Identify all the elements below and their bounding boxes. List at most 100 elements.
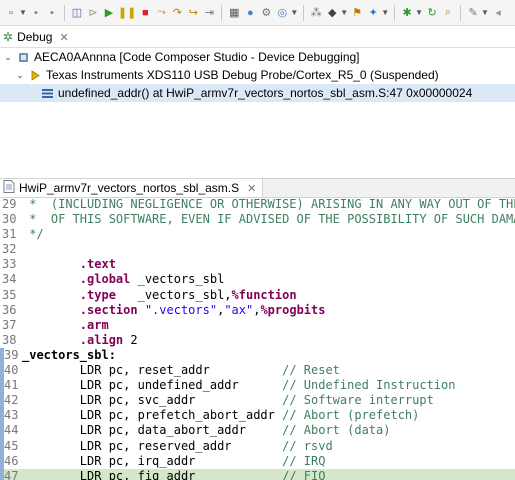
- tree-row-stack-frame[interactable]: undefined_addr() at HwiP_armv7r_vectors_…: [0, 84, 515, 102]
- skip-breakpoints-icon[interactable]: ◫: [70, 4, 84, 22]
- save-icon[interactable]: ▪: [29, 4, 43, 22]
- code-line[interactable]: 37 .arm: [0, 318, 515, 333]
- code-text: .arm: [79, 317, 109, 332]
- step-back-icon[interactable]: ⊳: [86, 4, 100, 22]
- code-line[interactable]: 36 .section ".vectors","ax",%progbits: [0, 303, 515, 318]
- code-text: */: [22, 227, 44, 242]
- line-number: 39: [0, 347, 22, 364]
- resume-icon[interactable]: ▶: [102, 4, 116, 22]
- code-text: .global _vectors_sbl: [79, 272, 225, 287]
- step-return-icon[interactable]: ⇥: [202, 4, 216, 22]
- navigate-back-icon[interactable]: ◂: [491, 4, 505, 22]
- expressions-icon[interactable]: ◎: [275, 4, 289, 22]
- line-number: 37: [2, 317, 17, 332]
- code-text: LDR pc, irq_addr // IRQ: [22, 453, 326, 468]
- chevron-down-icon[interactable]: ▼: [381, 8, 389, 17]
- line-number: 45: [0, 438, 22, 454]
- new-icon[interactable]: ▫: [4, 4, 18, 22]
- line-number: 29: [2, 197, 17, 211]
- chevron-down-icon[interactable]: ▼: [19, 8, 27, 17]
- code-text: LDR pc, fiq_addr // FIQ: [22, 468, 326, 480]
- code-line[interactable]: 32: [0, 242, 515, 257]
- code-line[interactable]: 44 LDR pc, data_abort_addr // Abort (dat…: [0, 423, 515, 439]
- main-toolbar: ▫ ▼ ▪ ▪ ◫ ⊳ ▶ ❚❚ ■ ⤳ ↷ ↪ ⇥ ▦ ● ⚙ ◎ ▼ ⁂ ◆ ▼ …: [0, 0, 515, 26]
- code-line[interactable]: 41 LDR pc, undefined_addr // Undefined I…: [0, 378, 515, 394]
- code-text: .text: [79, 257, 116, 272]
- step-filters-icon[interactable]: ✱: [400, 4, 414, 22]
- code-line[interactable]: 33 .text: [0, 257, 515, 272]
- code-line[interactable]: 38 .align 2: [0, 333, 515, 348]
- line-number: 32: [2, 242, 17, 257]
- debug-config-icon[interactable]: ◆: [325, 4, 339, 22]
- editor-tabbar: HwiP_armv7r_vectors_nortos_sbl_asm.S ✕: [0, 178, 515, 198]
- suspend-icon[interactable]: ❚❚: [118, 4, 136, 22]
- file-icon: [3, 180, 15, 196]
- code-line[interactable]: 46 LDR pc, irq_addr // IRQ: [0, 453, 515, 469]
- toolbar-separator: [460, 4, 462, 21]
- run-icon[interactable]: ⚑: [350, 4, 364, 22]
- code-line[interactable]: 43 LDR pc, prefetch_abort_addr // Abort …: [0, 408, 515, 424]
- refresh-icon[interactable]: ↻: [425, 4, 439, 22]
- toolbar-separator: [63, 4, 65, 21]
- save-all-icon[interactable]: ▪: [45, 4, 59, 22]
- toolbar-separator: [394, 4, 396, 21]
- target-config-icon[interactable]: ⚙: [259, 4, 273, 22]
- debug-icon[interactable]: ⁂: [309, 4, 323, 22]
- close-icon[interactable]: ✕: [59, 31, 68, 44]
- step-into-icon[interactable]: ↷: [170, 4, 184, 22]
- debug-tree: ⌄ AECA0AAnnna [Code Composer Studio - De…: [0, 48, 515, 102]
- debug-view-tabbar: ✲ Debug ✕: [0, 27, 515, 48]
- chevron-down-icon[interactable]: ⌄: [14, 70, 26, 81]
- memory-browser-icon[interactable]: ▦: [227, 4, 241, 22]
- code-text: LDR pc, reserved_addr // rsvd: [22, 438, 333, 453]
- code-text: .align 2: [79, 332, 138, 347]
- tab-asm-file[interactable]: HwiP_armv7r_vectors_nortos_sbl_asm.S ✕: [0, 179, 264, 197]
- line-number: 46: [0, 453, 22, 469]
- code-line[interactable]: 31 */: [0, 227, 515, 242]
- debug-bug-icon: ✲: [3, 30, 14, 44]
- breakpoint-icon[interactable]: ●: [243, 4, 257, 22]
- line-number: 34: [2, 272, 17, 287]
- tree-row-probe[interactable]: ⌄ Texas Instruments XDS110 USB Debug Pro…: [0, 66, 515, 84]
- code-line[interactable]: 42 LDR pc, svc_addr // Software interrup…: [0, 393, 515, 409]
- code-editor[interactable]: 29 * (INCLUDING NEGLIGENCE OR OTHERWISE)…: [0, 197, 515, 480]
- line-number: 33: [2, 257, 17, 272]
- line-number: 35: [2, 287, 17, 302]
- code-line[interactable]: 45 LDR pc, reserved_addr // rsvd: [0, 438, 515, 454]
- code-text: .type _vectors_sbl,%function: [79, 287, 297, 302]
- chevron-down-icon[interactable]: ▼: [290, 8, 298, 17]
- chevron-down-icon[interactable]: ⌄: [2, 52, 14, 63]
- line-number: 30: [2, 212, 17, 227]
- tab-debug[interactable]: ✲ Debug ✕: [0, 27, 77, 47]
- line-number: 31: [2, 227, 17, 242]
- tree-row-session[interactable]: ⌄ AECA0AAnnna [Code Composer Studio - De…: [0, 48, 515, 66]
- code-text: LDR pc, undefined_addr // Undefined Inst…: [22, 378, 456, 393]
- line-number: 41: [0, 378, 22, 394]
- tab-debug-label: Debug: [17, 30, 53, 44]
- line-number: 36: [2, 302, 17, 317]
- search-icon[interactable]: ⌕: [441, 4, 455, 22]
- code-line[interactable]: 29 * (INCLUDING NEGLIGENCE OR OTHERWISE)…: [0, 197, 515, 212]
- code-line[interactable]: 40 LDR pc, reset_addr // Reset: [0, 363, 515, 379]
- code-text: * OF THIS SOFTWARE, EVEN IF ADVISED OF T…: [22, 212, 515, 227]
- step-over-icon[interactable]: ↪: [186, 4, 200, 22]
- code-text: .section ".vectors","ax",%progbits: [79, 302, 326, 317]
- code-line[interactable]: 35 .type _vectors_sbl,%function: [0, 288, 515, 303]
- terminate-icon[interactable]: ■: [138, 4, 152, 22]
- line-number: 42: [0, 393, 22, 409]
- code-line[interactable]: 34 .global _vectors_sbl: [0, 272, 515, 287]
- code-line[interactable]: 39 _vectors_sbl:: [0, 347, 515, 364]
- chevron-down-icon[interactable]: ▼: [340, 8, 348, 17]
- code-line[interactable]: 47 LDR pc, fiq_addr // FIQ: [0, 468, 515, 480]
- chevron-down-icon[interactable]: ▼: [415, 8, 423, 17]
- line-number: 38: [2, 332, 17, 347]
- close-icon[interactable]: ✕: [247, 182, 256, 195]
- external-tools-icon[interactable]: ✦: [366, 4, 380, 22]
- code-text: * (INCLUDING NEGLIGENCE OR OTHERWISE) AR…: [22, 197, 515, 211]
- pen-icon[interactable]: ✎: [466, 4, 480, 22]
- stack-frame-icon: [40, 86, 54, 100]
- disconnect-icon[interactable]: ⤳: [154, 4, 168, 22]
- code-line[interactable]: 30 * OF THIS SOFTWARE, EVEN IF ADVISED O…: [0, 212, 515, 227]
- chevron-down-icon[interactable]: ▼: [481, 8, 489, 17]
